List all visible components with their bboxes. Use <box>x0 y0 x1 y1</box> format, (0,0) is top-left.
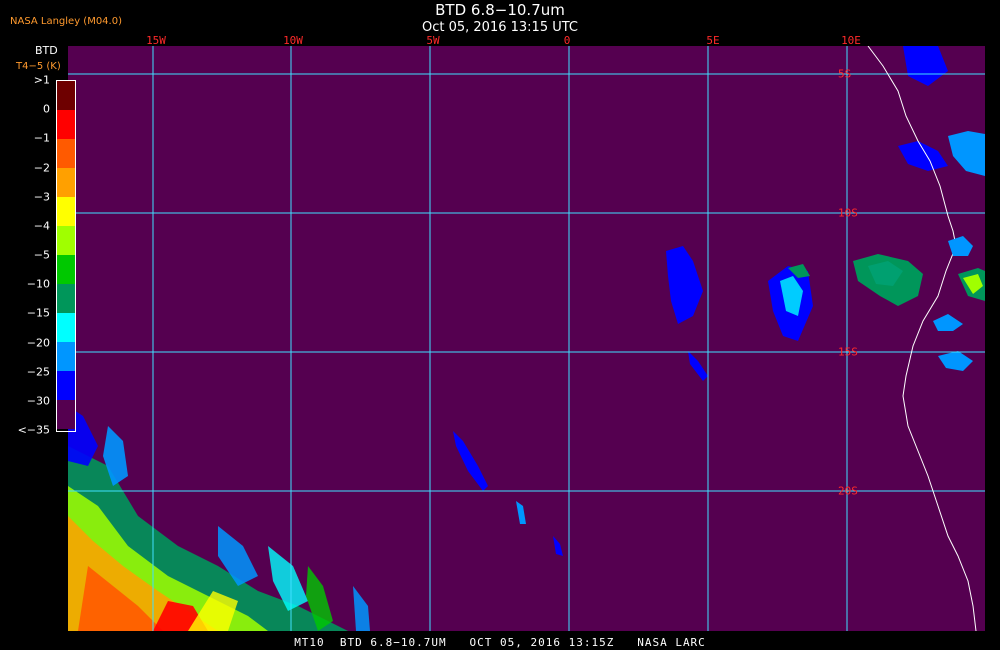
colorbar-tick-label: −10 <box>26 277 50 291</box>
colorbar-units: T4−5 (K) <box>16 61 61 72</box>
colorbar-segment <box>57 197 75 226</box>
colorbar-tick-label: >1 <box>33 73 50 87</box>
satellite-image <box>68 46 985 631</box>
colorbar-segment <box>57 284 75 313</box>
colorbar-segment <box>57 400 75 429</box>
cloud-cluster-5e <box>453 246 708 556</box>
colorbar-tick-label: −3 <box>33 190 50 204</box>
colorbar-segment <box>57 255 75 284</box>
colorbar-segment <box>57 371 75 400</box>
graticule <box>68 46 985 631</box>
colorbar-segment <box>57 226 75 255</box>
colorbar-tick-label: 0 <box>43 102 50 116</box>
colorbar-ticks: >1 0 −1 −2 −3 −4 −5 −10 −15 −20 −25 −30 <−35 <box>0 74 52 437</box>
lat-label-20s: 20S <box>838 484 858 498</box>
colorbar-tick-label: −25 <box>26 365 50 379</box>
map-title: BTD 6.8−10.7um <box>435 1 565 19</box>
colorbar-segment <box>57 168 75 197</box>
cloud-field-southwest <box>68 406 370 631</box>
footer-caption: MT10 BTD 6.8−10.7UM OCT 05, 2016 13:15Z … <box>294 636 706 649</box>
credit-label: NASA Langley (M04.0) <box>10 16 122 27</box>
colorbar-segment <box>57 313 75 342</box>
colorbar-title: BTD <box>35 44 58 57</box>
colorbar-segment <box>57 342 75 371</box>
colorbar-tick-label: −15 <box>26 306 50 320</box>
colorbar-segment <box>57 110 75 139</box>
colorbar-tick-label: −2 <box>33 161 50 174</box>
lat-label-10s: 10S <box>838 206 858 220</box>
colorbar <box>56 80 76 432</box>
satellite-image-panel <box>68 46 985 631</box>
cloud-cluster-east <box>768 46 985 371</box>
colorbar-segment <box>57 139 75 168</box>
colorbar-tick-label: −4 <box>33 219 50 233</box>
lat-label-15s: 15S <box>838 345 858 359</box>
colorbar-tick-label: −5 <box>33 248 50 262</box>
colorbar-tick-label: −30 <box>26 394 50 408</box>
colorbar-tick-label: <−35 <box>17 423 50 437</box>
colorbar-segment <box>57 81 75 110</box>
colorbar-tick-label: −1 <box>33 131 50 145</box>
lat-label-5s: 5S <box>838 67 852 81</box>
colorbar-tick-label: −20 <box>26 336 50 349</box>
